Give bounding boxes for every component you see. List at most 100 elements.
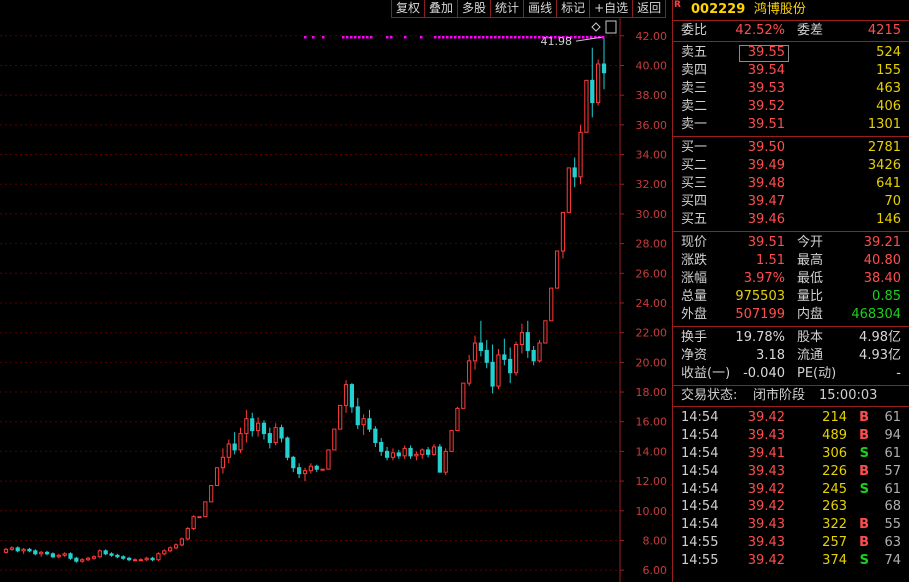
stat-value: 3.18 [756,348,785,363]
back-button[interactable]: 返回 [633,0,667,18]
trade-row[interactable]: 14:54 39.43 322 B 55 [673,516,909,534]
signal-dot [470,36,473,39]
multi-stock-button[interactable]: 多股 [458,0,492,18]
buy-volume: 70 [884,194,901,209]
buy-row[interactable]: 买三 39.48 641 [673,175,909,193]
candle-body [384,450,390,458]
buy-row[interactable]: 买四 39.47 70 [673,193,909,211]
candlestick-chart[interactable]: 42.00 40.00 38.00 36.00 34.00 32.00 30.00 28.00… [0,0,672,582]
buy-row[interactable]: 买二 39.49 3426 [673,157,909,175]
trade-row[interactable]: 14:54 39.43 226 B 57 [673,463,909,481]
y-tick-label: 6.00 [643,564,668,577]
candle-body [560,211,566,252]
signal-dot [354,36,357,39]
sell-row[interactable]: 卖三 39.53 463 [673,80,909,98]
signal-dot [474,36,477,39]
tick-trades-list[interactable]: 14:54 39.42 214 B 61 14:54 39.43 489 B 94 14:54 39.… [673,407,909,570]
stat-value: 507199 [735,307,785,322]
candle-body [21,548,26,552]
order-ratio-row: 委比 42.52% 委差 4215 [673,21,909,42]
trade-row[interactable]: 14:54 39.43 489 B 94 [673,427,909,445]
candle-body [513,344,519,374]
add-watchlist-button[interactable]: +自选 [590,0,634,18]
draw-line-button[interactable]: 画线 [524,0,558,18]
trade-side: S [859,553,869,569]
candle-body [332,428,337,451]
candle-body [302,470,308,475]
candle-body [519,332,525,346]
trade-time: 14:54 [681,427,719,443]
signal-dot [458,36,461,39]
trade-row[interactable]: 14:54 39.42 214 B 61 [673,409,909,427]
sell-volume: 1301 [867,117,901,132]
trade-row[interactable]: 14:55 39.43 257 B 63 [673,534,909,552]
trade-row[interactable]: 14:54 39.42 263 68 [673,498,909,516]
candle [578,124,583,185]
candle [156,552,161,562]
trade-price: 39.41 [747,445,785,461]
buy-row[interactable]: 买五 39.46 146 [673,211,909,229]
candle-body [127,557,132,561]
stat-value: 468304 [851,307,901,322]
sell-row[interactable]: 卖五 39.55 524 [673,44,909,62]
trade-volume: 489 [822,427,847,443]
sell-label: 卖二 [681,99,708,114]
trade-count: 57 [884,463,901,479]
candle [326,449,331,470]
mark-button[interactable]: 标记 [557,0,591,18]
stat-label: 总量 [681,289,708,304]
stat-row: 涨跌 1.51 最高 40.80 [673,252,909,270]
trade-row[interactable]: 14:54 39.42 245 S 61 [673,481,909,499]
candle [449,430,454,452]
signal-dot [454,36,457,39]
trade-count: 55 [884,517,901,533]
stat-label: 换手 [681,330,708,345]
signal-dot [490,36,493,39]
candle-body [56,554,61,558]
trade-count: 68 [884,499,901,515]
buy-price: 39.49 [747,158,785,173]
restore-rights-button[interactable]: 复权 [391,0,426,18]
sell-row[interactable]: 卖二 39.52 406 [673,98,909,116]
trade-time: 14:55 [681,553,719,569]
signal-dot [582,36,585,39]
overlay-button[interactable]: 叠加 [425,0,459,18]
candle-body [62,553,67,556]
candle [214,467,220,487]
trade-row[interactable]: 14:55 39.42 374 S 74 [673,552,909,570]
candle-body [3,548,9,553]
sell-row[interactable]: 卖一 39.51 1301 [673,116,909,134]
buy-row[interactable]: 买一 39.50 2781 [673,139,909,157]
trade-volume: 263 [822,499,847,515]
stat-row: 净资 3.18 流通 4.93亿 [673,347,909,365]
candle-body [338,404,343,430]
chart-background [0,0,672,582]
candle [332,428,337,451]
signal-dot [482,36,485,39]
stat-value: -0.040 [743,366,785,381]
signal-dot [534,36,537,39]
signal-dot [510,36,513,39]
stat-label: 净资 [681,348,708,363]
candle-body [478,342,483,351]
order-diff-label: 委差 [797,23,824,38]
candle-body [584,79,589,133]
trade-row[interactable]: 14:54 39.41 306 S 61 [673,445,909,463]
y-tick-label: 22.00 [636,327,668,340]
sell-row[interactable]: 卖四 39.54 155 [673,62,909,80]
statistics-button[interactable]: 统计 [491,0,525,18]
signal-dot [366,36,369,39]
candle-body [291,456,296,469]
candle-body [502,354,507,360]
candle-body [508,358,513,374]
signal-dot [478,36,481,39]
high-price-label: 41.98 [541,35,573,48]
sell-price: 39.53 [747,81,785,96]
signal-dot [526,36,529,39]
candle-body [68,553,73,559]
stat-row: 外盘 507199 内盘 468304 [673,306,909,324]
candle [191,515,196,531]
candle-body [437,446,442,473]
candle-body [426,449,431,455]
candle-body [109,553,114,556]
